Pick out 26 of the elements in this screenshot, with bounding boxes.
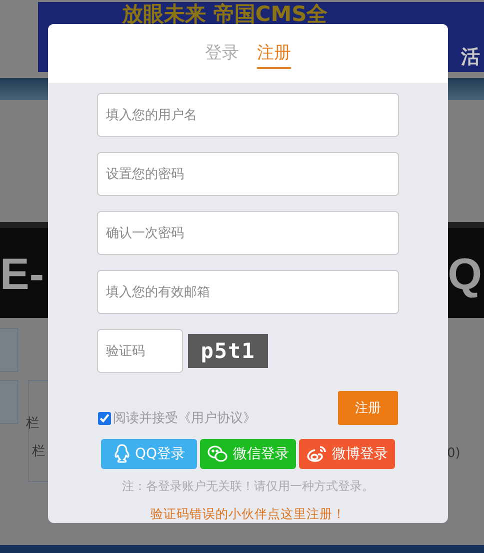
input-field[interactable]: 填入您的用户名 bbox=[97, 93, 399, 137]
input-field[interactable]: 填入您的有效邮箱 bbox=[97, 270, 399, 314]
agree-checkbox[interactable] bbox=[98, 412, 111, 424]
social-login-button[interactable]: 微博登录 bbox=[299, 439, 395, 469]
banner-letters: E- bbox=[0, 250, 44, 300]
help-link[interactable]: 验证码错误的小伙伴点这里注册！ bbox=[150, 506, 346, 523]
captcha-image[interactable]: p5t1 bbox=[188, 334, 268, 368]
register-button[interactable]: 注册 bbox=[338, 391, 398, 425]
banner-title: 放眼未来 帝国CMS全 bbox=[122, 2, 328, 26]
penguin-icon bbox=[112, 444, 131, 464]
captcha-field[interactable]: 验证码 bbox=[97, 329, 183, 373]
banner-subtitle: 活 bbox=[461, 45, 480, 70]
panel-text: 栏 bbox=[32, 443, 45, 460]
social-login-button[interactable]: 微信登录 bbox=[200, 439, 296, 469]
banner-letter: Q bbox=[448, 250, 482, 300]
input-field[interactable]: 确认一次密码 bbox=[97, 211, 399, 255]
dialog-tab[interactable]: 注册 bbox=[257, 41, 291, 69]
social-login-button[interactable]: QQ登录 bbox=[101, 439, 197, 469]
swirl-icon bbox=[306, 444, 328, 464]
agreement-label: 阅读并接受《用户协议》 bbox=[113, 410, 256, 427]
input-field[interactable]: 设置您的密码 bbox=[97, 152, 399, 196]
note-text: 注：各登录账户无关联！请仅用一种方式登录。 bbox=[122, 478, 374, 495]
panel-text: 栏 bbox=[26, 415, 39, 432]
chat-bubbles-icon bbox=[207, 444, 229, 464]
panel-text: 0) bbox=[447, 446, 460, 461]
dialog-tab[interactable]: 登录 bbox=[205, 41, 239, 69]
